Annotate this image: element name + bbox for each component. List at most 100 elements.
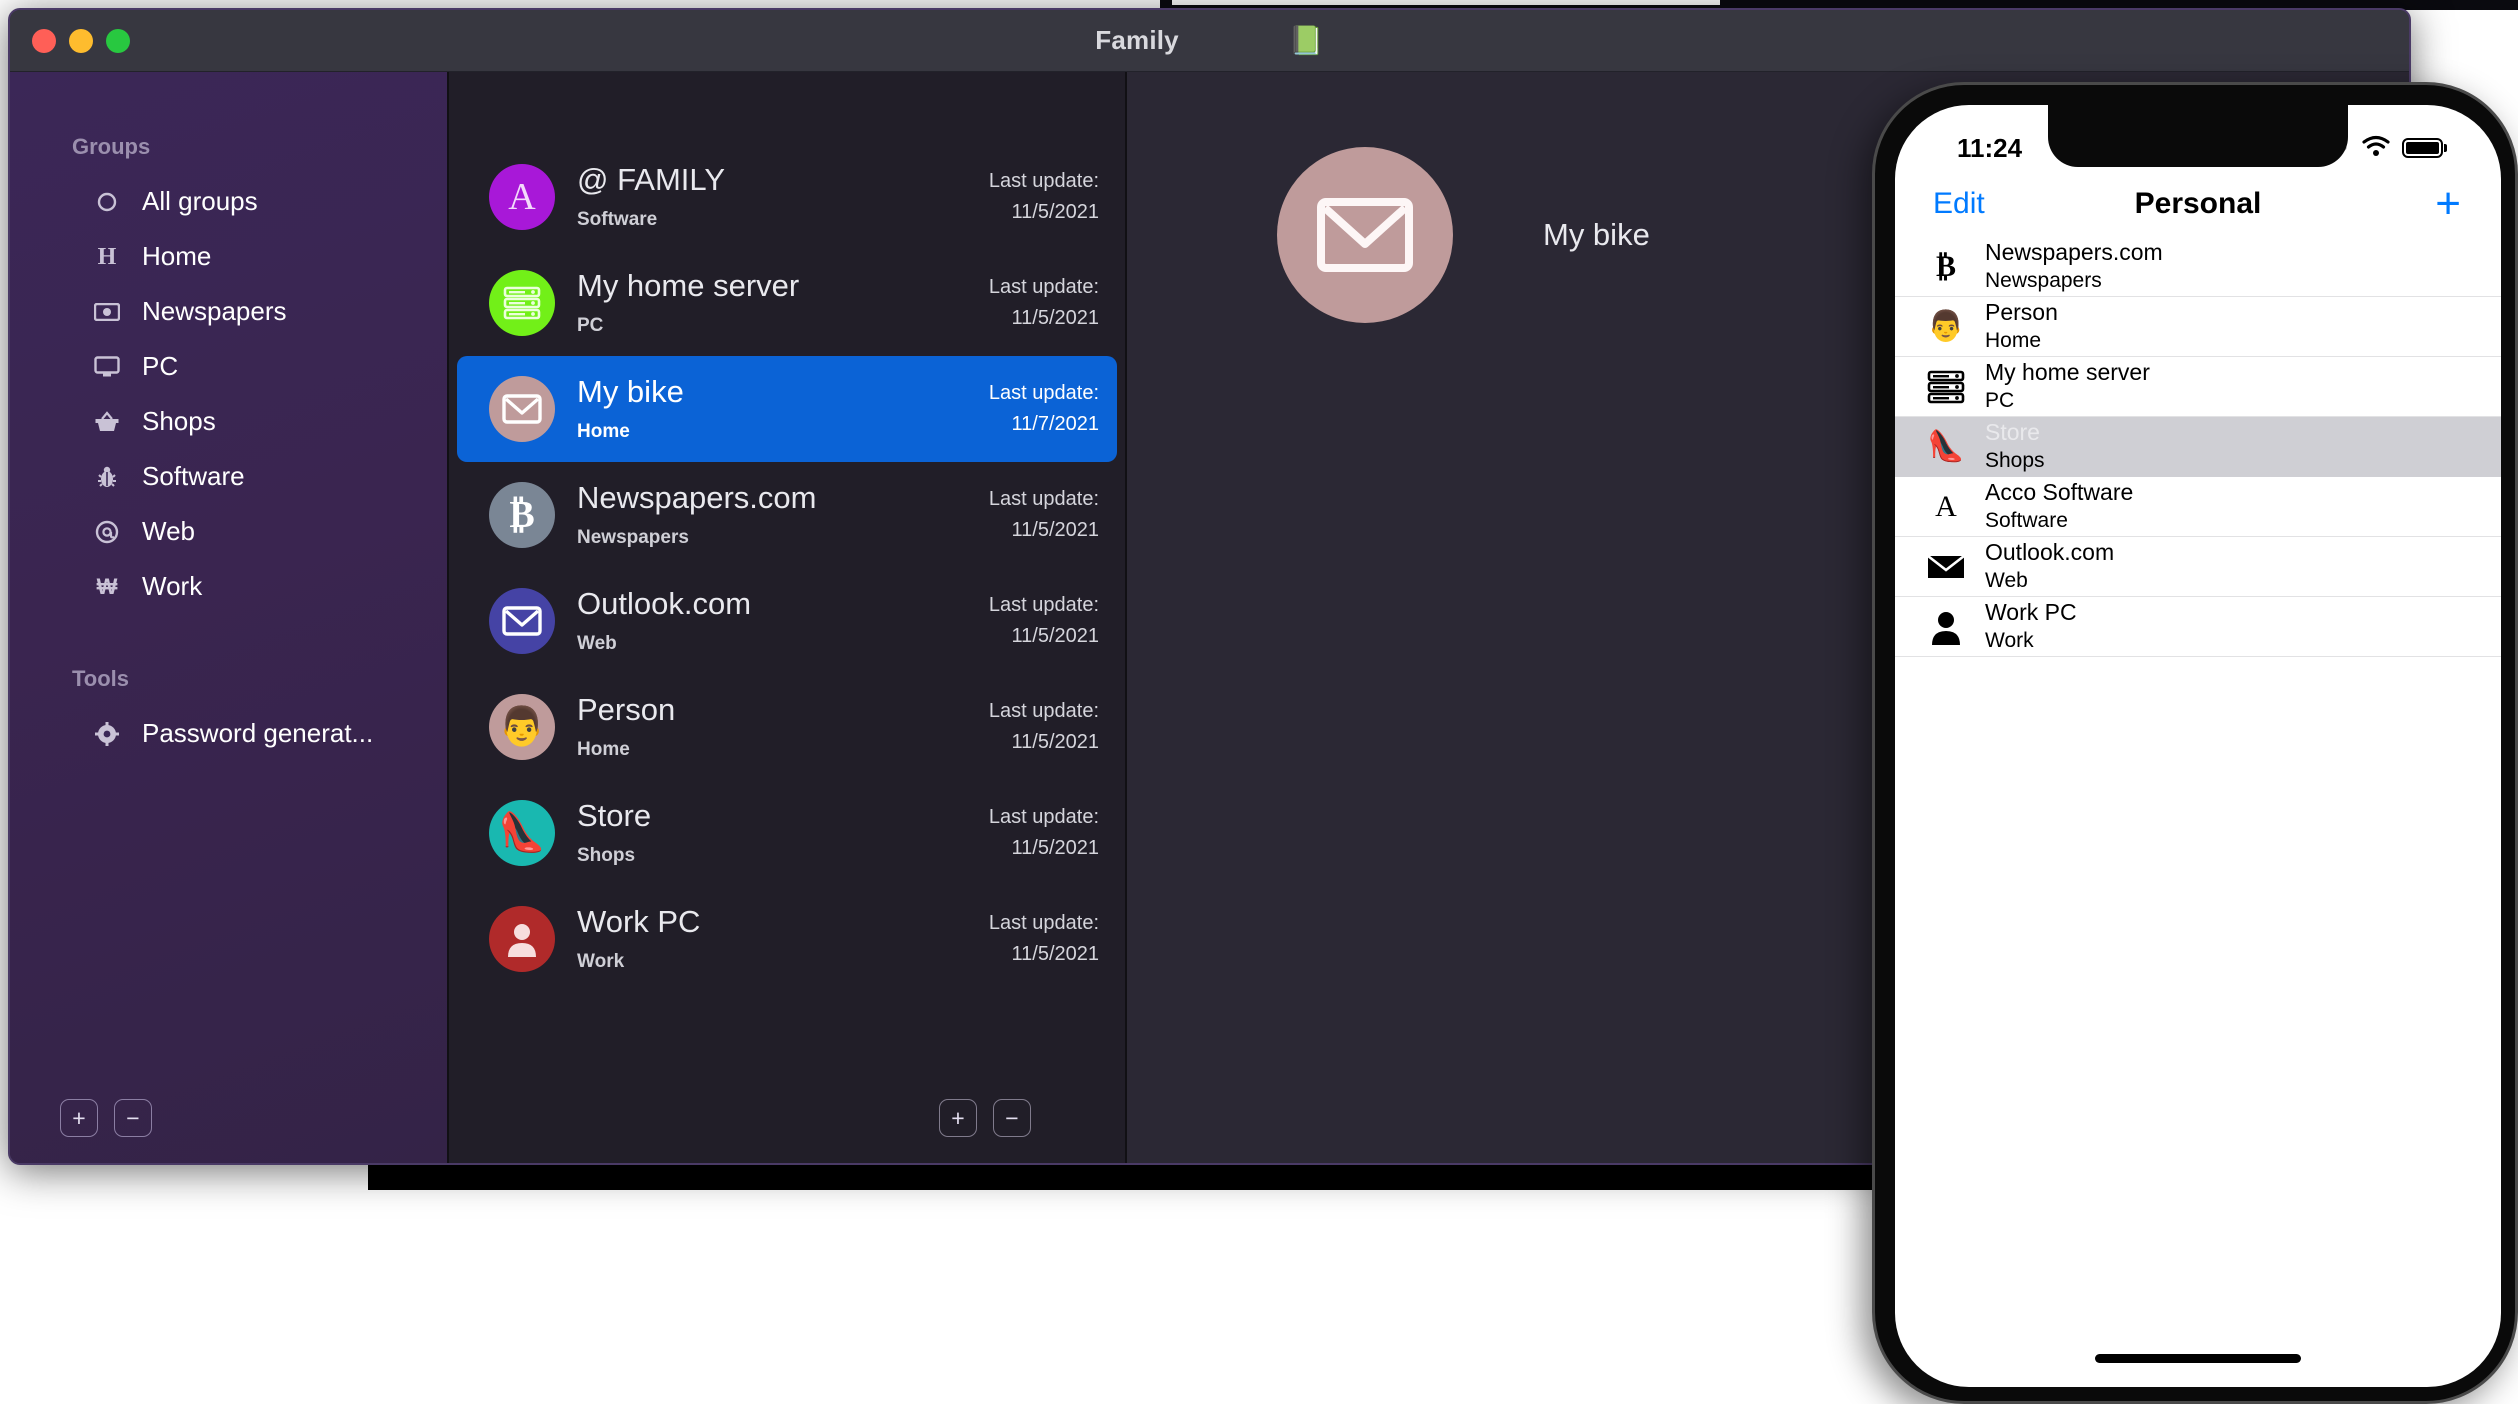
list-item[interactable]: A @ FAMILY Software Last update: 11/5/2021 <box>457 144 1117 250</box>
list-item[interactable]: My home server PC Last update: 11/5/2021 <box>457 250 1117 356</box>
last-update-label: Last update: <box>988 806 1099 828</box>
ios-list-item-group: Work <box>1985 628 2034 652</box>
last-update-label: Last update: <box>988 594 1099 616</box>
sidebar-item-work[interactable]: ₩ Work <box>10 559 447 614</box>
sidebar-item-password-generat[interactable]: Password generat... <box>10 706 447 761</box>
list-item-title: Work PC <box>577 904 701 939</box>
minimize-button[interactable] <box>69 28 93 53</box>
list-item-group: Software <box>577 209 658 231</box>
sidebar-item-label: All groups <box>142 186 258 216</box>
sidebar-item-label: Newspapers <box>142 296 287 326</box>
last-update-date: 11/5/2021 <box>1011 943 1100 965</box>
sidebar-item-web[interactable]: Web <box>10 504 447 559</box>
banknote-icon <box>92 302 122 321</box>
sidebar-groups-header: Groups <box>72 134 151 159</box>
ios-list-item-title: My home server <box>1985 359 2150 386</box>
ios-list-item[interactable]: A Acco Software Software <box>1895 477 2501 537</box>
sidebar-item-home[interactable]: H Home <box>10 229 447 284</box>
last-update-date: 11/5/2021 <box>1011 307 1100 329</box>
last-update-date: 11/5/2021 <box>1011 837 1100 859</box>
sidebar-item-label: Password generat... <box>142 718 374 748</box>
list-item-title: My bike <box>577 374 684 409</box>
zoom-button[interactable] <box>106 28 130 53</box>
list-item-last-update: Last update: 11/5/2021 <box>989 908 1099 970</box>
sidebar: Groups All groups H Home Newspapers PC Shops S… <box>10 72 447 1163</box>
won-sign-icon: ₩ <box>96 573 118 599</box>
man-emoji: 👨 <box>489 694 555 760</box>
ios-list-item-group: Web <box>1985 568 2028 592</box>
remove-entry-button[interactable]: − <box>993 1099 1031 1137</box>
envelope-icon <box>1277 147 1453 323</box>
bitcoin-icon: ₿ <box>489 482 555 548</box>
list-item-last-update: Last update: 11/5/2021 <box>989 696 1099 758</box>
ios-list-item[interactable]: Work PC Work <box>1895 597 2501 657</box>
monitor-icon <box>92 355 122 378</box>
last-update-label: Last update: <box>988 382 1099 404</box>
ios-entries-list: ₿ Newspapers.com Newspapers 👨 Person Home My h… <box>1895 237 2501 657</box>
last-update-label: Last update: <box>988 276 1099 298</box>
ios-list-item[interactable]: Outlook.com Web <box>1895 537 2501 597</box>
ios-list-item[interactable]: 👠 Store Shops <box>1895 417 2501 477</box>
ios-list-item-title: Acco Software <box>1985 479 2134 506</box>
ios-list-item[interactable]: ₿ Newspapers.com Newspapers <box>1895 237 2501 297</box>
last-update-date: 11/7/2021 <box>1011 413 1100 435</box>
ios-list-item-title: Newspapers.com <box>1985 239 2163 266</box>
list-item-last-update: Last update: 11/5/2021 <box>989 166 1099 228</box>
list-item[interactable]: 👨 Person Home Last update: 11/5/2021 <box>457 674 1117 780</box>
list-item-group: Web <box>577 633 617 655</box>
list-item[interactable]: Outlook.com Web Last update: 11/5/2021 <box>457 568 1117 674</box>
letter-a-icon: A <box>1935 489 1957 523</box>
remove-group-button[interactable]: − <box>114 1099 152 1137</box>
sidebar-item-newspapers[interactable]: Newspapers <box>10 284 447 339</box>
sidebar-tools-list: Password generat... <box>10 706 447 761</box>
ios-list-item-title: Store <box>1985 419 2040 446</box>
sidebar-footer-buttons: + − <box>60 1099 152 1137</box>
last-update-date: 11/5/2021 <box>1011 201 1100 223</box>
entries-list: A @ FAMILY Software Last update: 11/5/2021 My… <box>449 144 1125 992</box>
battery-icon <box>2402 138 2447 158</box>
gear-icon <box>92 721 122 746</box>
window-titlebar[interactable]: Family 📗 <box>10 10 2409 72</box>
close-button[interactable] <box>32 28 56 53</box>
window-title: Family <box>1095 25 1179 55</box>
sidebar-item-label: Home <box>142 241 212 271</box>
ios-list-item-title: Person <box>1985 299 2058 326</box>
ios-edit-button[interactable]: Edit <box>1933 187 1985 221</box>
envelope-icon <box>489 376 555 442</box>
iphone-notch <box>2048 105 2348 167</box>
last-update-date: 11/5/2021 <box>1011 519 1100 541</box>
letter-a-icon: A <box>489 164 555 230</box>
list-item-last-update: Last update: 11/5/2021 <box>989 802 1099 864</box>
sidebar-item-label: PC <box>142 351 179 381</box>
add-entry-button[interactable]: + <box>939 1099 977 1137</box>
list-item-last-update: Last update: 11/5/2021 <box>989 484 1099 546</box>
detail-title: My bike <box>1543 217 1650 252</box>
letter-h-icon: H <box>97 243 117 270</box>
add-icon[interactable]: + <box>2435 181 2461 226</box>
window-traffic-lights <box>10 28 130 53</box>
sidebar-item-pc[interactable]: PC <box>10 339 447 394</box>
sidebar-item-label: Software <box>142 461 245 491</box>
heel-emoji: 👠 <box>489 800 555 866</box>
ios-clock: 11:24 <box>1957 132 2023 163</box>
last-update-label: Last update: <box>988 488 1099 510</box>
sidebar-tools-header: Tools <box>72 666 130 691</box>
list-item-title: Newspapers.com <box>577 480 817 515</box>
heel-emoji: 👠 <box>1927 429 1965 463</box>
last-update-date: 11/5/2021 <box>1011 731 1100 753</box>
add-group-button[interactable]: + <box>60 1099 98 1137</box>
list-item[interactable]: My bike Home Last update: 11/7/2021 <box>457 356 1117 462</box>
envelope-icon <box>1923 553 1969 581</box>
ios-list-item[interactable]: 👨 Person Home <box>1895 297 2501 357</box>
list-item[interactable]: ₿ Newspapers.com Newspapers Last update: 11/… <box>457 462 1117 568</box>
list-item[interactable]: Work PC Work Last update: 11/5/2021 <box>457 886 1117 992</box>
sidebar-item-software[interactable]: Software <box>10 449 447 504</box>
sidebar-item-shops[interactable]: Shops <box>10 394 447 449</box>
list-item-title: @ FAMILY <box>577 162 726 197</box>
ios-list-item-group: Newspapers <box>1985 268 2102 292</box>
sidebar-item-all-groups[interactable]: All groups <box>10 174 447 229</box>
ios-nav-title: Personal <box>2134 187 2262 220</box>
ios-list-item[interactable]: My home server PC <box>1895 357 2501 417</box>
basket-icon <box>92 410 122 433</box>
list-item[interactable]: 👠 Store Shops Last update: 11/5/2021 <box>457 780 1117 886</box>
